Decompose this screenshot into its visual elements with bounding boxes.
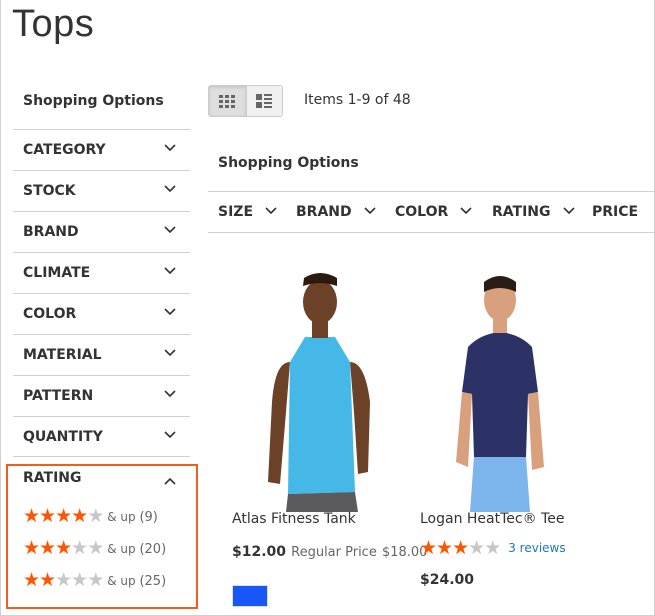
reviews-link[interactable]: 3 reviews [508, 541, 565, 555]
filter-pattern[interactable]: PATTERN [13, 375, 190, 416]
chevron-down-icon [164, 308, 176, 316]
product-reviews-summary: ★★★★★ 3 reviews [420, 538, 566, 558]
rating-stars: ★★★★★ [23, 569, 104, 591]
filter-label: CLIMATE [23, 265, 91, 281]
product-price-box: $12.00 Regular Price $18.00 [232, 541, 427, 560]
top-filter-label: PRICE [592, 204, 639, 220]
filter-label: BRAND [23, 224, 79, 240]
view-mode-switcher [208, 85, 283, 117]
chevron-down-icon [164, 267, 176, 275]
chevron-down-icon [460, 206, 472, 214]
star-icon: ★ [452, 537, 469, 559]
product-image[interactable] [410, 262, 590, 512]
rating-filter-title[interactable]: RATING [23, 470, 82, 486]
top-filter-label: COLOR [395, 204, 449, 220]
star-icon: ★ [436, 537, 453, 559]
star-icon: ★ [39, 569, 56, 591]
star-icon: ★ [484, 537, 501, 559]
filter-label: QUANTITY [23, 429, 103, 445]
star-icon: ★ [23, 569, 40, 591]
star-icon: ★ [55, 505, 72, 527]
star-icon: ★ [71, 505, 88, 527]
grid-mode-button[interactable] [209, 86, 246, 116]
chevron-down-icon [164, 144, 176, 152]
chevron-down-icon [562, 206, 575, 214]
sidebar-filters: Shopping Options CATEGORY STOCK BRAND CLIMA… [13, 84, 190, 457]
special-price: $12.00 [232, 544, 287, 560]
chevron-down-icon [164, 390, 176, 398]
chevron-down-icon [164, 185, 176, 193]
color-swatch[interactable] [232, 585, 268, 607]
top-filter-label: SIZE [218, 204, 254, 220]
chevron-down-icon [364, 206, 376, 214]
chevron-down-icon [265, 206, 277, 214]
regular-price-label: Regular Price [291, 545, 377, 560]
top-filter-price[interactable]: PRICE [592, 192, 638, 232]
rating-option[interactable]: ★★★★★ & up (9) [23, 506, 158, 526]
star-icon: ★ [87, 569, 104, 591]
top-filter-color[interactable]: COLOR [395, 192, 472, 232]
product-price: $24.00 [420, 572, 475, 588]
top-filter-size[interactable]: SIZE [218, 192, 277, 232]
rating-option[interactable]: ★★★★★ & up (20) [23, 538, 166, 558]
filter-label: PATTERN [23, 388, 94, 404]
rating-filter: RATING ★★★★★ & up (9) ★★★★★ & up (20) ★★★★★ &… [6, 464, 198, 609]
items-count: Items 1-9 of 48 [304, 92, 411, 108]
rating-stars: ★★★★★ [23, 505, 104, 527]
grid-icon [219, 94, 236, 108]
filter-quantity[interactable]: QUANTITY [13, 416, 190, 457]
rating-option-label: & up (25) [107, 574, 167, 589]
rating-option[interactable]: ★★★★★ & up (25) [23, 570, 166, 590]
filter-climate[interactable]: CLIMATE [13, 252, 190, 293]
filter-label: MATERIAL [23, 347, 102, 363]
chevron-up-icon[interactable] [164, 477, 176, 485]
page-title: Tops [12, 3, 95, 45]
filter-label: CATEGORY [23, 142, 106, 158]
rating-stars: ★★★★★ [420, 537, 501, 559]
product-name[interactable]: Logan HeatTec® Tee [420, 511, 564, 527]
top-filter-rating[interactable]: RATING [492, 192, 575, 232]
star-icon: ★ [87, 537, 104, 559]
rating-option-label: & up (9) [107, 510, 158, 525]
star-icon: ★ [39, 505, 56, 527]
star-icon: ★ [87, 505, 104, 527]
list-mode-button[interactable] [245, 86, 282, 116]
star-icon: ★ [39, 537, 56, 559]
filter-label: STOCK [23, 183, 76, 199]
star-icon: ★ [23, 505, 40, 527]
top-filter-label: BRAND [296, 204, 352, 220]
top-filter-brand[interactable]: BRAND [296, 192, 376, 232]
shopping-options-title: Shopping Options [218, 155, 359, 171]
star-icon: ★ [23, 537, 40, 559]
rating-stars: ★★★★★ [23, 537, 104, 559]
sidebar-title: Shopping Options [23, 93, 164, 109]
rating-option-label: & up (20) [107, 542, 167, 557]
filter-brand[interactable]: BRAND [13, 211, 190, 252]
star-icon: ★ [468, 537, 485, 559]
product-name[interactable]: Atlas Fitness Tank [232, 511, 356, 527]
star-icon: ★ [71, 537, 88, 559]
product-image[interactable] [220, 262, 400, 512]
chevron-down-icon [164, 349, 176, 357]
chevron-down-icon [164, 226, 176, 234]
star-icon: ★ [55, 537, 72, 559]
list-icon [256, 94, 273, 108]
filter-stock[interactable]: STOCK [13, 170, 190, 211]
filter-label: COLOR [23, 306, 77, 322]
filter-material[interactable]: MATERIAL [13, 334, 190, 375]
chevron-down-icon [164, 431, 176, 439]
star-icon: ★ [55, 569, 72, 591]
star-icon: ★ [420, 537, 437, 559]
filter-category[interactable]: CATEGORY [13, 129, 190, 170]
filter-color[interactable]: COLOR [13, 293, 190, 334]
top-filter-label: RATING [492, 204, 551, 220]
star-icon: ★ [71, 569, 88, 591]
horizontal-filter-bar: SIZE BRAND COLOR RATING PRICE [208, 191, 655, 233]
